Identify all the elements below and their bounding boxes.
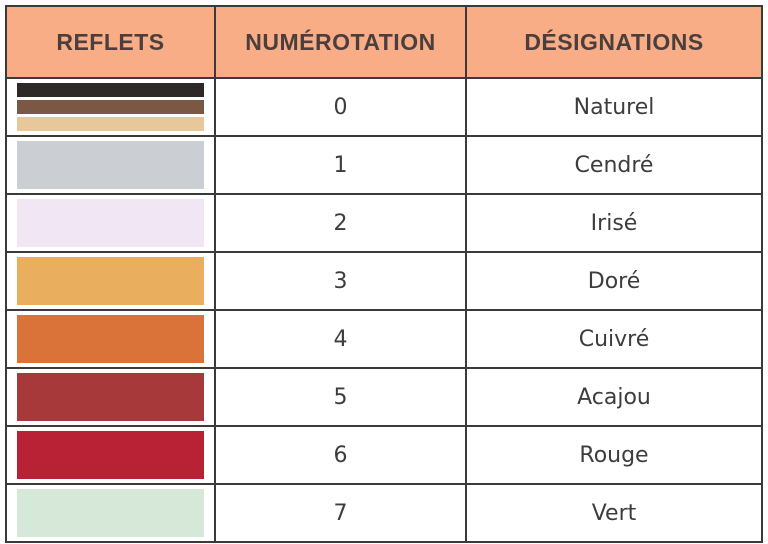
color-stripe	[17, 83, 204, 97]
designation-cell: Vert	[465, 483, 763, 543]
table-row: 0 Naturel	[5, 77, 763, 137]
designation-cell: Irisé	[465, 193, 763, 253]
header-numerotation: NUMÉROTATION	[214, 5, 467, 79]
color-swatch	[17, 431, 204, 479]
color-swatch-cell	[5, 77, 216, 137]
color-stripe	[17, 117, 204, 131]
number-cell: 5	[214, 367, 467, 427]
designation-cell: Doré	[465, 251, 763, 311]
number-cell: 3	[214, 251, 467, 311]
table-row: 6 Rouge	[5, 425, 763, 485]
table-row: 5 Acajou	[5, 367, 763, 427]
color-swatch-cell	[5, 251, 216, 311]
color-swatch-cell	[5, 367, 216, 427]
color-swatch	[17, 315, 204, 363]
color-swatch	[7, 83, 214, 131]
number-cell: 7	[214, 483, 467, 543]
number-cell: 1	[214, 135, 467, 195]
designation-cell: Cendré	[465, 135, 763, 195]
number-cell: 0	[214, 77, 467, 137]
table-row: 1 Cendré	[5, 135, 763, 195]
designation-cell: Rouge	[465, 425, 763, 485]
header-reflets: REFLETS	[5, 5, 216, 79]
number-cell: 6	[214, 425, 467, 485]
designation-cell: Acajou	[465, 367, 763, 427]
header-row: REFLETS NUMÉROTATION DÉSIGNATIONS	[5, 5, 763, 79]
color-swatch-cell	[5, 309, 216, 369]
color-swatch	[17, 257, 204, 305]
table-row: 4 Cuivré	[5, 309, 763, 369]
table-row: 3 Doré	[5, 251, 763, 311]
table-row: 2 Irisé	[5, 193, 763, 253]
color-swatch	[17, 141, 204, 189]
color-stripe	[17, 100, 204, 114]
color-swatch	[17, 373, 204, 421]
color-swatch-cell	[5, 193, 216, 253]
number-cell: 2	[214, 193, 467, 253]
designation-cell: Naturel	[465, 77, 763, 137]
color-swatch	[17, 489, 204, 537]
color-swatch-cell	[5, 135, 216, 195]
color-swatch-cell	[5, 483, 216, 543]
hair-reflection-table: REFLETS NUMÉROTATION DÉSIGNATIONS 0 Natur…	[5, 5, 763, 543]
table-row: 7 Vert	[5, 483, 763, 543]
color-swatch	[17, 199, 204, 247]
header-designations: DÉSIGNATIONS	[465, 5, 763, 79]
color-swatch-cell	[5, 425, 216, 485]
number-cell: 4	[214, 309, 467, 369]
designation-cell: Cuivré	[465, 309, 763, 369]
